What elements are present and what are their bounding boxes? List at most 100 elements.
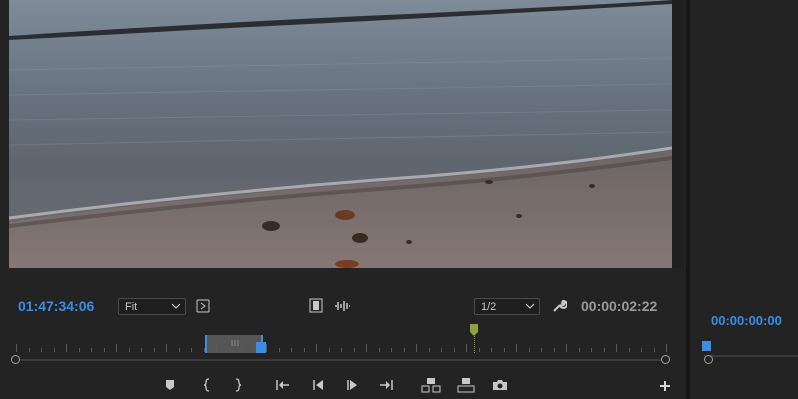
ruler-tick [253,348,255,352]
zoom-select[interactable]: Fit [118,298,186,315]
ruler-tick [103,348,105,352]
add-marker-button[interactable] [162,377,178,393]
ruler-tick [441,348,442,352]
source-current-timecode[interactable]: 01:47:34:06 [18,298,94,314]
resolution-select-value: 1/2 [481,301,497,313]
program-monitor [690,0,798,399]
step-back-button[interactable] [310,377,326,393]
ruler-tick [528,348,530,352]
ruler-tick [53,348,55,352]
ruler-tick [328,348,330,352]
ruler-tick [266,344,267,352]
ruler-tick [78,348,80,352]
overwrite-button[interactable] [456,377,476,393]
ruler-tick [666,344,667,352]
zoom-end-handle[interactable] [661,355,670,364]
ruler-tick [241,348,242,352]
go-to-out-button[interactable] [378,377,394,393]
program-scrub-track[interactable] [704,355,798,357]
go-to-in-button[interactable] [275,377,291,393]
ruler-tick [316,344,317,352]
ruler-tick [603,348,605,352]
program-zoom-start-handle[interactable] [704,355,713,364]
ruler-tick [191,348,192,352]
ruler-tick [416,344,417,352]
ruler-tick [541,348,542,352]
film-icon[interactable] [309,298,323,313]
zoom-start-handle[interactable] [11,355,20,364]
ruler-tick [341,348,342,352]
ruler-tick [428,348,430,352]
resolution-select[interactable]: 1/2 [474,298,540,315]
waveform-icon[interactable] [334,300,350,312]
chevron-down-icon [171,301,181,311]
ruler-tick [366,344,367,352]
ruler-tick [403,348,405,352]
overwrite-icon [456,377,476,393]
ruler-tick [591,348,592,352]
playhead[interactable] [256,342,266,353]
ruler-tick [641,348,642,352]
chevron-down-icon [525,301,535,311]
ruler-tick [278,348,280,352]
add-button[interactable] [657,378,673,394]
mark-in-button[interactable] [199,377,215,393]
ruler-tick [616,344,617,352]
insert-icon [421,377,441,393]
ruler-tick [216,344,217,352]
source-duration-timecode: 00:00:02:22 [581,298,658,314]
ruler-tick [16,344,17,352]
scrub-track[interactable] [16,359,666,361]
ruler-tick [141,348,142,352]
ruler-tick [166,344,167,352]
mark-out-icon [230,377,246,393]
ruler-tick [391,348,392,352]
video-frame [9,0,672,268]
play-icon [344,377,360,393]
source-monitor: 01:47:34:06 Fit 1/2 00:00:02:22 [0,0,686,399]
insert-button[interactable] [421,377,441,393]
plus-icon [657,378,673,394]
ruler-tick [466,344,467,352]
ruler-tick [303,348,305,352]
ruler-tick [578,348,580,352]
ruler-tick [153,348,155,352]
ruler-tick [503,348,505,352]
program-current-timecode[interactable]: 00:00:00:00 [711,313,782,328]
ruler-tick [378,348,380,352]
mark-in-icon [199,377,215,393]
ruler-tick [128,348,130,352]
ruler-tick [453,348,455,352]
bracket-square-icon[interactable] [196,299,210,313]
ruler-tick [41,348,42,352]
ruler-tick [516,344,517,352]
ruler-tick [291,348,292,352]
ruler-tick [566,344,567,352]
ruler-tick [28,348,30,352]
ruler-tick [478,348,480,352]
marker-icon [162,377,178,393]
export-frame-button[interactable] [492,377,508,393]
ruler-tick [178,348,180,352]
mark-out-button[interactable] [230,377,246,393]
time-ruler[interactable] [16,336,667,366]
source-right-gutter [672,0,684,268]
ruler-tick [628,348,630,352]
camera-icon [492,377,508,393]
ruler-tick [653,348,655,352]
ruler-tick [353,348,355,352]
go-to-out-icon [378,377,394,393]
ruler-tick [66,344,67,352]
ruler-tick [228,348,230,352]
ruler-tick [116,344,117,352]
ruler-tick [203,348,205,352]
zoom-select-value: Fit [125,301,138,313]
go-to-in-icon [275,377,291,393]
play-button[interactable] [344,377,360,393]
program-playhead[interactable] [702,341,711,351]
step-back-icon [310,377,326,393]
ruler-tick [491,348,492,352]
wrench-icon[interactable] [552,298,567,313]
ruler-tick [553,348,555,352]
ruler-tick [91,348,92,352]
